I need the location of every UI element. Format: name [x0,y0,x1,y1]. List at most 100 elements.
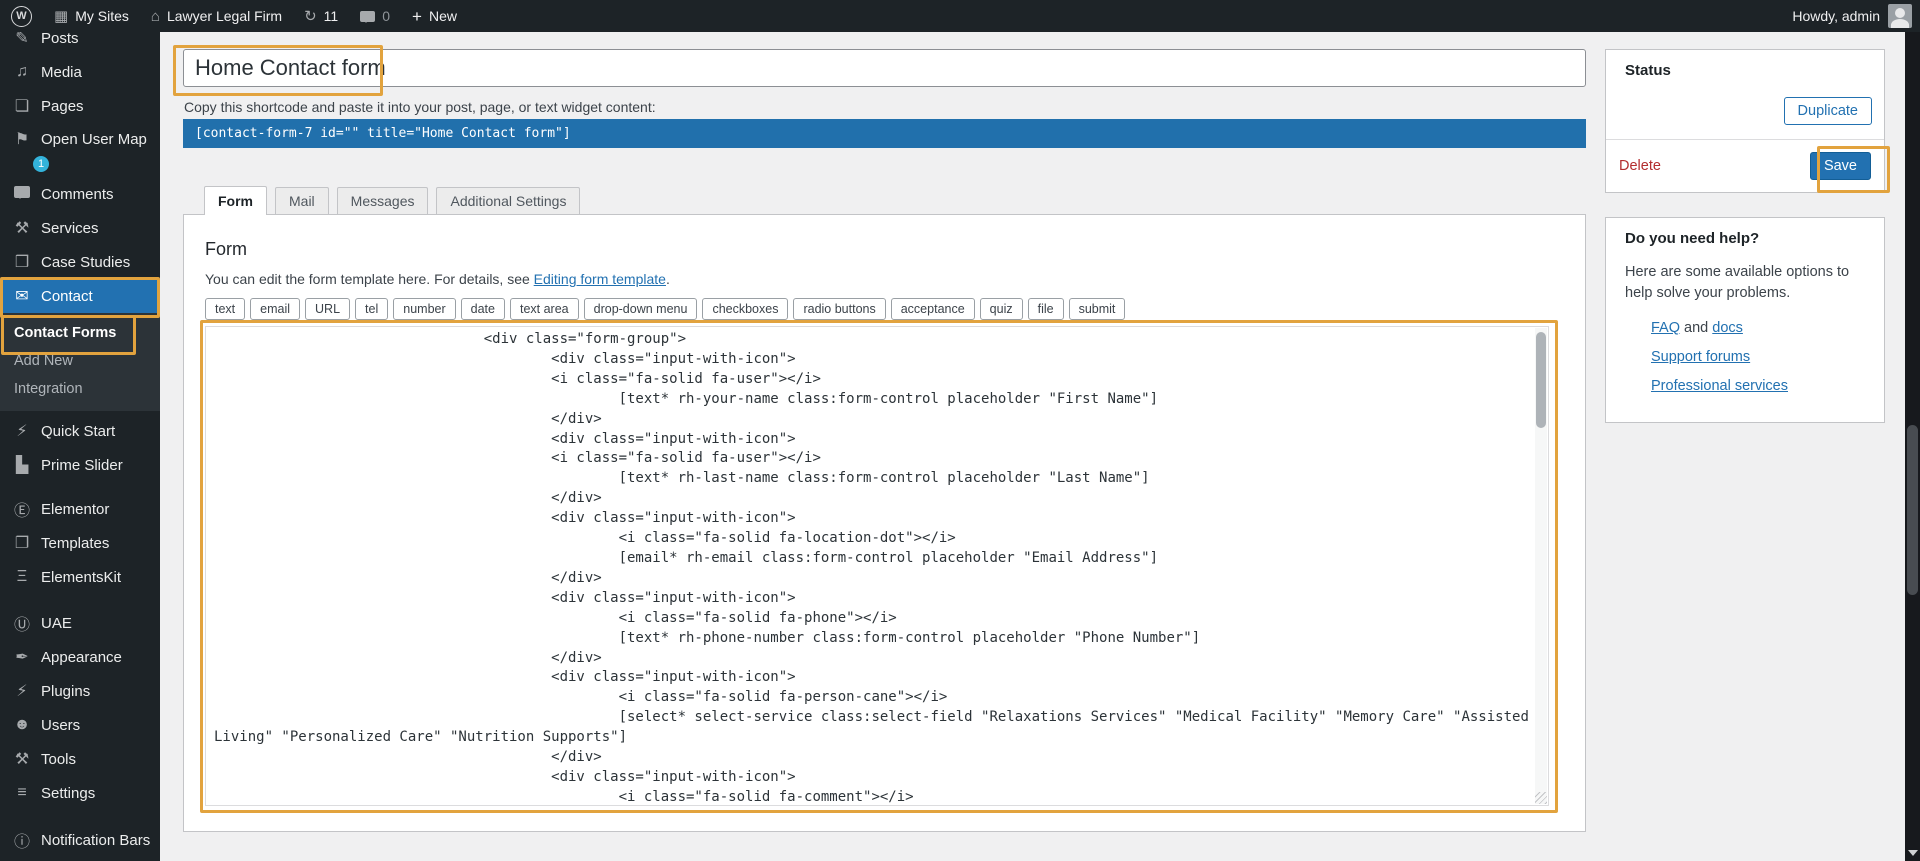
sidebar-item-appearance[interactable]: ✒ Appearance [0,640,160,674]
save-button[interactable]: Save [1809,152,1871,180]
new-content-menu[interactable]: + New [401,0,468,32]
person-icon: ☻ [13,716,31,733]
sidebar-item-plugins[interactable]: ⚡ Plugins [0,674,160,708]
comment-count: 0 [382,8,391,24]
info-circle-icon: ⓘ [13,834,30,851]
help-box: Do you need help? Here are some availabl… [1605,217,1885,423]
form-template-editor[interactable]: <div class="form-group"> <div class="inp… [205,326,1549,806]
tab-form[interactable]: Form [204,186,267,215]
sidebar-subitem-add-new[interactable]: Add New [0,347,160,375]
tag-button-url[interactable]: URL [305,298,351,320]
sidebar-item-elementskit[interactable]: Ξ ElementsKit [0,560,160,594]
elementor-logo-icon: Ⓔ [13,503,30,520]
sidebar-item-tools[interactable]: ⚒ Tools [0,742,160,776]
duplicate-button[interactable]: Duplicate [1783,97,1872,125]
sidebar-item-media[interactable]: ♫ Media [0,55,160,89]
folder-icon: ❒ [14,254,30,271]
sidebar-item-comments[interactable]: Comments [0,177,160,211]
shortcode-box[interactable]: [contact-form-7 id="" title="Home Contac… [183,119,1586,148]
tab-mail[interactable]: Mail [275,187,329,214]
site-name-menu[interactable]: ⌂ Lawyer Legal Firm [140,0,293,32]
resize-grip[interactable] [1535,792,1547,804]
sidebar-item-label: Plugins [41,682,91,700]
tag-generator-row: text email URL tel number date text area drop-d… [205,298,1585,320]
plugin-icon: ⚡ [16,683,28,700]
tag-button-radio-buttons[interactable]: radio buttons [793,298,886,320]
form-template-code[interactable]: <div class="form-group"> <div class="inp… [206,327,1548,805]
help-intro: Here are some available options to help … [1625,264,1850,302]
sidebar-item-services[interactable]: ⚒ Services [0,211,160,245]
tag-button-submit[interactable]: submit [1068,298,1126,320]
sidebar-subitem-contact-forms[interactable]: Contact Forms [0,319,160,347]
tag-button-quiz[interactable]: quiz [979,298,1023,320]
sidebar-item-pages[interactable]: ❏ Pages [0,89,160,123]
page-scrollbar[interactable] [1905,32,1920,861]
tab-additional-settings[interactable]: Additional Settings [436,187,581,214]
tag-button-text-area[interactable]: text area [509,298,579,320]
sidebar-item-label: Notification Bars [41,831,151,849]
docs-link[interactable]: docs [1712,320,1743,336]
tag-button-email[interactable]: email [250,298,301,320]
sidebar-item-elementor[interactable]: Ⓔ Elementor [0,492,160,526]
sidebar-item-case-studies[interactable]: ❒ Case Studies [0,245,160,279]
sidebar-subitem-integration[interactable]: Integration [0,375,160,403]
sidebar-item-prime-slider[interactable]: ▙ Prime Slider [0,448,160,482]
home-icon: ⌂ [150,7,160,25]
wordpress-menu[interactable]: W [0,0,43,32]
sidebar-item-settings[interactable]: ≡ Settings [0,776,160,810]
comments-menu[interactable]: 0 [349,0,401,32]
tag-button-tel[interactable]: tel [355,298,389,320]
sidebar-item-open-user-map[interactable]: ⚑ Open User Map 1 [0,123,160,177]
updates-menu[interactable]: ↻ 11 [293,0,349,32]
sidebar-item-label: Pages [41,97,84,115]
admin-bar: W ▦ My Sites ⌂ Lawyer Legal Firm ↻ 11 0 … [0,0,1920,32]
sidebar-separator [0,594,160,606]
tag-button-acceptance[interactable]: acceptance [890,298,975,320]
sidebar-item-label: Appearance [41,648,122,666]
tag-button-number[interactable]: number [393,298,456,320]
howdy-text[interactable]: Howdy, admin [1792,8,1880,24]
help-links: FAQ and docs Support forums Professional… [1651,320,1884,394]
sidebar-item-templates[interactable]: ❐ Templates [0,526,160,560]
uae-logo-icon: Ⓤ [13,617,30,634]
pushpin-icon: ✎ [15,32,29,47]
editor-scrollbar [1535,328,1547,804]
delete-link[interactable]: Delete [1619,158,1661,174]
editor-scrollbar-thumb[interactable] [1536,332,1546,428]
sidebar-item-quick-start[interactable]: ⚡ Quick Start [0,414,160,448]
sidebar-item-posts[interactable]: ✎ Posts [0,32,160,55]
sidebar-item-contact[interactable]: ✉ Contact [0,279,160,313]
support-forums-link[interactable]: Support forums [1651,349,1884,365]
shortcode-hint: Copy this shortcode and paste it into yo… [184,99,656,115]
tag-button-drop-down-menu[interactable]: drop-down menu [583,298,698,320]
media-icon: ♫ [16,63,28,80]
sidebar-item-label: Contact [41,287,93,305]
faq-link[interactable]: FAQ [1651,320,1680,336]
sidebar-item-label: Posts [41,32,79,47]
tab-messages[interactable]: Messages [336,187,429,214]
tag-button-date[interactable]: date [460,298,505,320]
editing-form-template-link[interactable]: Editing form template [534,271,666,287]
my-sites-menu[interactable]: ▦ My Sites [43,0,140,32]
sidebar-item-label: Elementor [41,500,110,518]
avatar[interactable] [1888,4,1912,28]
sidebar-item-users[interactable]: ☻ Users [0,708,160,742]
editor-tabs: Form Mail Messages Additional Settings [204,186,581,215]
form-title-input[interactable] [183,49,1586,87]
new-label: New [428,8,457,24]
status-box: Status Duplicate Delete Save [1605,49,1885,193]
professional-services-link[interactable]: Professional services [1651,378,1884,394]
page-scrollbar-thumb[interactable] [1907,425,1918,595]
sliders-icon: ≡ [17,784,27,801]
scroll-down-icon[interactable] [1908,850,1918,856]
brush-icon: ✒ [15,649,29,666]
admin-sidebar: ✎ Posts ♫ Media ❏ Pages ⚑ Open User Map 1 Comment… [0,32,160,861]
sidebar-item-notification-bars[interactable]: ⓘ Notification Bars [0,823,160,857]
panel-heading: Form [205,239,247,259]
tag-button-checkboxes[interactable]: checkboxes [702,298,789,320]
envelope-icon: ✉ [15,288,29,305]
tag-button-text[interactable]: text [205,298,246,320]
tag-button-file[interactable]: file [1027,298,1064,320]
helper-suffix: . [665,271,670,287]
sidebar-item-uae[interactable]: Ⓤ UAE [0,606,160,640]
